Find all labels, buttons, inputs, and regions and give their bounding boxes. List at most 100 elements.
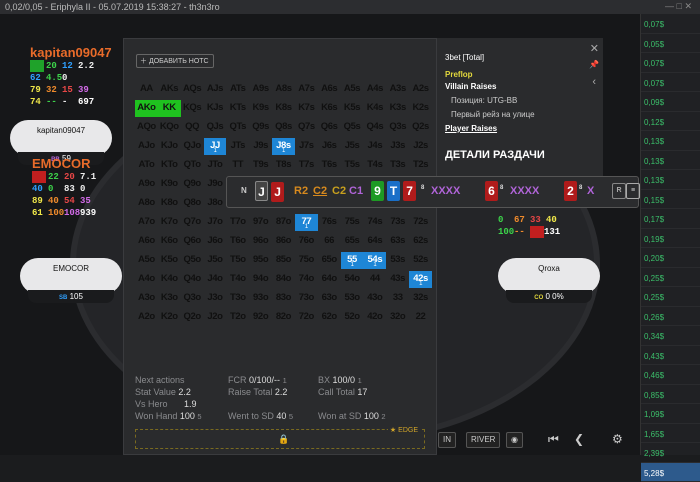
range-cell[interactable]: K8o <box>158 195 181 212</box>
range-cell[interactable]: K5s <box>341 100 364 117</box>
replay-button[interactable]: R <box>612 183 626 199</box>
range-cell[interactable]: KQo <box>158 119 181 136</box>
hand-list-item[interactable]: 1,09$ <box>641 404 700 424</box>
range-cell[interactable]: 75s <box>341 214 364 231</box>
range-cell[interactable]: K7o <box>158 214 181 231</box>
eye-icon[interactable]: ◉ <box>506 432 523 448</box>
range-cell[interactable]: 73o <box>295 290 318 307</box>
range-cell[interactable]: 62o <box>318 309 341 326</box>
range-cell[interactable]: K5o <box>158 252 181 269</box>
range-cell[interactable]: AA <box>135 81 158 98</box>
range-cell[interactable]: Q4o <box>181 271 204 288</box>
range-cell[interactable]: KQs <box>181 100 204 117</box>
range-cell[interactable]: Q7o <box>181 214 204 231</box>
range-cell[interactable]: J7s <box>295 138 318 155</box>
range-cell[interactable]: 32o <box>386 309 409 326</box>
range-cell[interactable]: A4o <box>135 271 158 288</box>
range-cell[interactable]: 75o <box>295 252 318 269</box>
range-cell[interactable]: Q8o <box>181 195 204 212</box>
seat-plate-player-1[interactable]: kapitan09047 BB 59 <box>10 120 112 156</box>
range-cell[interactable]: 72o <box>295 309 318 326</box>
add-note-button[interactable]: ＋ ДОБАВИТЬ НОТС <box>136 54 214 68</box>
range-cell[interactable]: AQs <box>181 81 204 98</box>
range-cell[interactable]: T5s <box>341 157 364 174</box>
close-icon[interactable]: ✕ <box>590 42 599 55</box>
range-cell[interactable]: KJs <box>204 100 227 117</box>
hand-list-item[interactable]: 0,46$ <box>641 365 700 385</box>
range-cell[interactable]: AJs <box>204 81 227 98</box>
range-cell[interactable]: K3s <box>386 100 409 117</box>
range-cell[interactable]: T6s <box>318 157 341 174</box>
range-cell[interactable]: A6s <box>318 81 341 98</box>
range-cell[interactable]: QJs <box>204 119 227 136</box>
range-cell[interactable]: J4s <box>363 138 386 155</box>
range-cell[interactable]: 65o <box>318 252 341 269</box>
range-cell[interactable]: Q5o <box>181 252 204 269</box>
hand-list-item[interactable]: 2,39$ <box>641 443 700 463</box>
hand-list-item[interactable]: 5,28$ <box>641 463 700 482</box>
range-cell[interactable]: A5s <box>341 81 364 98</box>
range-cell[interactable]: 42o <box>363 309 386 326</box>
range-cell[interactable]: A3o <box>135 290 158 307</box>
range-cell[interactable]: Q9o <box>181 176 204 193</box>
range-cell[interactable]: Q2s <box>409 119 432 136</box>
seat-plate-player-3[interactable]: Qroxa CO 0 0% <box>498 258 600 294</box>
range-cell[interactable]: A9o <box>135 176 158 193</box>
range-cell[interactable]: 54s1 <box>363 252 386 269</box>
hand-list-item[interactable]: 1,65$ <box>641 424 700 444</box>
range-cell[interactable]: J5o <box>204 252 227 269</box>
in-button[interactable]: IN <box>438 432 456 448</box>
range-cell[interactable]: 84o <box>272 271 295 288</box>
range-cell[interactable]: T4s <box>363 157 386 174</box>
seat-plate-player-2[interactable]: EMOCOR SB 105 <box>20 258 122 294</box>
range-cell[interactable]: 82o <box>272 309 295 326</box>
range-cell[interactable]: 85o <box>272 252 295 269</box>
range-cell[interactable]: J8s1 <box>272 138 295 155</box>
range-cell[interactable]: JJ1 <box>204 138 227 155</box>
range-cell[interactable]: 94o <box>249 271 272 288</box>
range-cell[interactable]: 53s <box>386 252 409 269</box>
range-cell[interactable]: 43o <box>363 290 386 307</box>
hand-list-item[interactable]: 0,34$ <box>641 326 700 346</box>
range-cell[interactable]: J3s <box>386 138 409 155</box>
range-cell[interactable]: Q3o <box>181 290 204 307</box>
range-cell[interactable]: K9s <box>249 100 272 117</box>
range-cell[interactable]: K4s <box>363 100 386 117</box>
range-cell[interactable]: J9o <box>204 176 227 193</box>
range-cell[interactable]: 86o <box>272 233 295 250</box>
range-cell[interactable]: 97o <box>249 214 272 231</box>
range-cell[interactable]: A5o <box>135 252 158 269</box>
range-cell[interactable]: AJo <box>135 138 158 155</box>
range-cell[interactable]: AKs <box>158 81 181 98</box>
range-cell[interactable]: 52s <box>409 252 432 269</box>
range-cell[interactable]: JTs <box>226 138 249 155</box>
range-cell[interactable]: 53o <box>341 290 364 307</box>
range-cell[interactable]: A6o <box>135 233 158 250</box>
range-cell[interactable]: T6o <box>226 233 249 250</box>
range-cell[interactable]: J6s <box>318 138 341 155</box>
range-cell[interactable]: K7s <box>295 100 318 117</box>
range-cell[interactable]: J3o <box>204 290 227 307</box>
hand-list-item[interactable]: 0,25$ <box>641 287 700 307</box>
range-cell[interactable]: J4o <box>204 271 227 288</box>
range-cell[interactable]: 44 <box>363 271 386 288</box>
range-cell[interactable]: 76s <box>318 214 341 231</box>
range-cell[interactable]: T2s <box>409 157 432 174</box>
range-cell[interactable]: Q4s <box>363 119 386 136</box>
range-cell[interactable]: 93o <box>249 290 272 307</box>
range-cell[interactable]: T4o <box>226 271 249 288</box>
range-cell[interactable]: T8s <box>272 157 295 174</box>
range-cell[interactable]: T3s <box>386 157 409 174</box>
chevron-left-icon[interactable]: ‹ <box>592 76 596 88</box>
range-cell[interactable]: A7o <box>135 214 158 231</box>
range-cell[interactable]: K6o <box>158 233 181 250</box>
hand-list-item[interactable]: 0,20$ <box>641 248 700 268</box>
hand-list-item[interactable]: 0,13$ <box>641 151 700 171</box>
range-cell[interactable]: 65s <box>341 233 364 250</box>
range-cell[interactable]: TT <box>226 157 249 174</box>
range-cell[interactable]: A7s <box>295 81 318 98</box>
range-cell[interactable]: 92o <box>249 309 272 326</box>
hand-list-item[interactable]: 0,13$ <box>641 170 700 190</box>
range-cell[interactable]: T3o <box>226 290 249 307</box>
range-cell[interactable]: 42s1 <box>409 271 432 288</box>
